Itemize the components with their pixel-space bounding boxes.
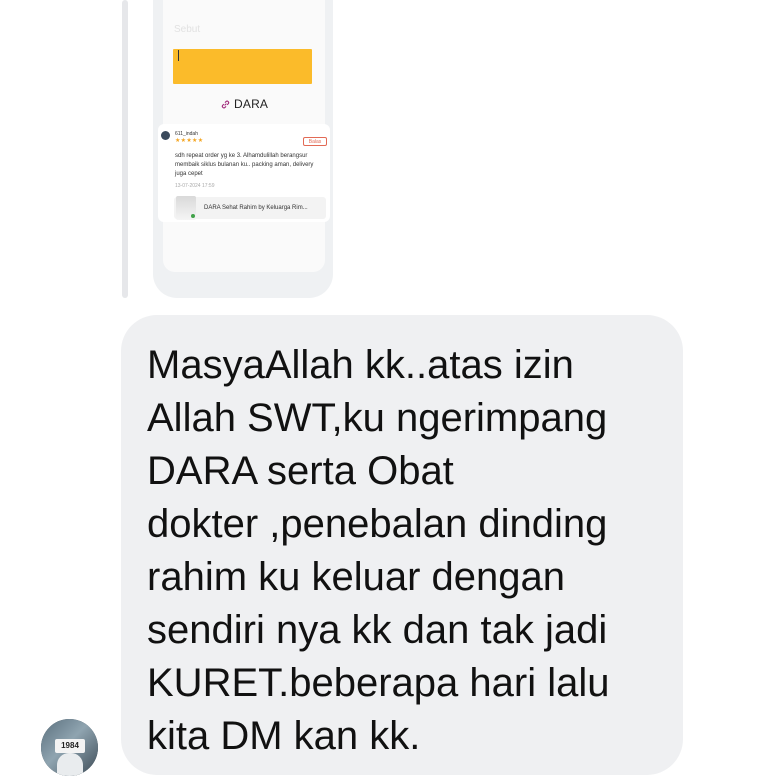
avatar-figure [57, 753, 83, 776]
avatar-label: 1984 [61, 741, 79, 750]
product-title: DARA Sehat Rahim by Keluarga Rim... [204, 205, 308, 211]
reviewer-avatar [161, 131, 170, 140]
shared-ghost-label: Sebut [174, 24, 201, 35]
text-cursor [178, 50, 179, 61]
product-thumbnail-badge [191, 214, 195, 218]
review-date: 13-07-2024 17:59 [175, 183, 215, 189]
shared-yellow-banner [173, 49, 312, 84]
rating-stars: ★★★★★ [175, 138, 204, 144]
sender-avatar[interactable]: 1984 [41, 719, 98, 776]
reply-quote-bar [122, 0, 128, 298]
brand-name: DARA [234, 97, 269, 111]
brand-tag[interactable]: DARA [220, 96, 268, 112]
reply-button[interactable]: Balas [303, 137, 327, 146]
link-icon [221, 100, 230, 108]
message-text: MasyaAllah kk..atas izin Allah SWT,ku ng… [147, 343, 610, 758]
review-text: sdh repeat order yg ke 3. Alhamdulillah … [175, 153, 314, 177]
